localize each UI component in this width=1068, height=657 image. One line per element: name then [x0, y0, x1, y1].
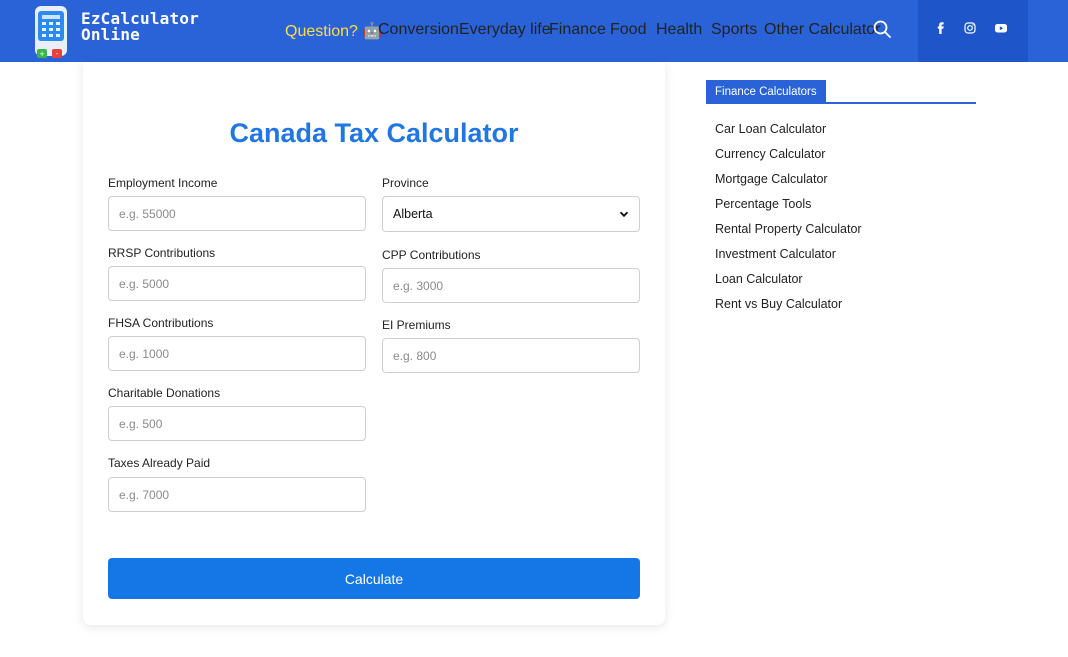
ei-label: EI Premiums — [382, 318, 451, 332]
donations-input[interactable] — [119, 416, 355, 431]
logo-line-2: Online — [81, 25, 140, 44]
sidebar-link-car-loan[interactable]: Car Loan Calculator — [715, 122, 826, 136]
sidebar-link-mortgage[interactable]: Mortgage Calculator — [715, 172, 828, 186]
employment-income-label: Employment Income — [108, 176, 218, 190]
fhsa-field[interactable] — [108, 336, 366, 371]
sidebar-link-percentage[interactable]: Percentage Tools — [715, 197, 811, 211]
province-selected-value: Alberta — [393, 207, 433, 221]
page-title: Canada Tax Calculator — [229, 118, 519, 148]
nav-item-sports[interactable]: Sports — [711, 21, 757, 39]
ei-input[interactable] — [393, 348, 629, 363]
sidebar-link-currency[interactable]: Currency Calculator — [715, 147, 825, 161]
facebook-icon[interactable] — [934, 21, 948, 35]
nav-item-health[interactable]: Health — [656, 21, 702, 39]
instagram-icon[interactable] — [963, 21, 977, 35]
taxes-paid-label: Taxes Already Paid — [108, 456, 211, 470]
cpp-label: CPP Contributions — [382, 248, 481, 262]
site-header: + - EzCalculator Online Question? 🤖 Conv… — [0, 0, 1068, 62]
rrsp-field[interactable] — [108, 266, 366, 301]
sidebar-heading: Finance Calculators — [706, 80, 826, 103]
nav-item-question[interactable]: Question? 🤖 — [285, 21, 382, 41]
calculate-button[interactable]: Calculate — [108, 558, 640, 599]
svg-text:+: + — [39, 50, 45, 58]
sidebar-link-rent-vs-buy[interactable]: Rent vs Buy Calculator — [715, 297, 842, 311]
employment-income-field[interactable] — [108, 196, 366, 231]
sidebar-link-rental-property[interactable]: Rental Property Calculator — [715, 222, 862, 236]
province-select[interactable]: Alberta — [382, 196, 640, 232]
nav-item-other-calculator[interactable]: Other Calculator — [764, 21, 881, 39]
search-icon[interactable] — [872, 19, 892, 39]
chevron-down-icon — [619, 211, 629, 218]
sidebar-link-investment[interactable]: Investment Calculator — [715, 247, 836, 261]
cpp-field[interactable] — [382, 268, 640, 303]
nav-item-food[interactable]: Food — [610, 21, 646, 39]
taxes-paid-field[interactable] — [108, 477, 366, 512]
ei-field[interactable] — [382, 338, 640, 373]
nav-item-finance[interactable]: Finance — [549, 21, 606, 39]
sidebar-link-loan[interactable]: Loan Calculator — [715, 272, 803, 286]
fhsa-label: FHSA Contributions — [108, 316, 214, 330]
sidebar-divider — [706, 102, 976, 104]
donations-label: Charitable Donations — [108, 386, 221, 400]
calculator-logo-icon[interactable]: + - — [34, 5, 68, 59]
site-logo-text[interactable]: EzCalculator Online — [81, 11, 199, 43]
rrsp-label: RRSP Contributions — [108, 246, 216, 260]
cpp-input[interactable] — [393, 278, 629, 293]
youtube-icon[interactable] — [994, 21, 1008, 35]
employment-income-input[interactable] — [119, 206, 355, 221]
taxes-paid-input[interactable] — [119, 487, 355, 502]
rrsp-input[interactable] — [119, 276, 355, 291]
province-label: Province — [382, 176, 429, 190]
nav-item-everyday-life[interactable]: Everyday life — [459, 21, 551, 39]
donations-field[interactable] — [108, 406, 366, 441]
nav-item-conversion[interactable]: Conversion — [378, 21, 459, 39]
social-links — [918, 0, 1028, 62]
fhsa-input[interactable] — [119, 346, 355, 361]
